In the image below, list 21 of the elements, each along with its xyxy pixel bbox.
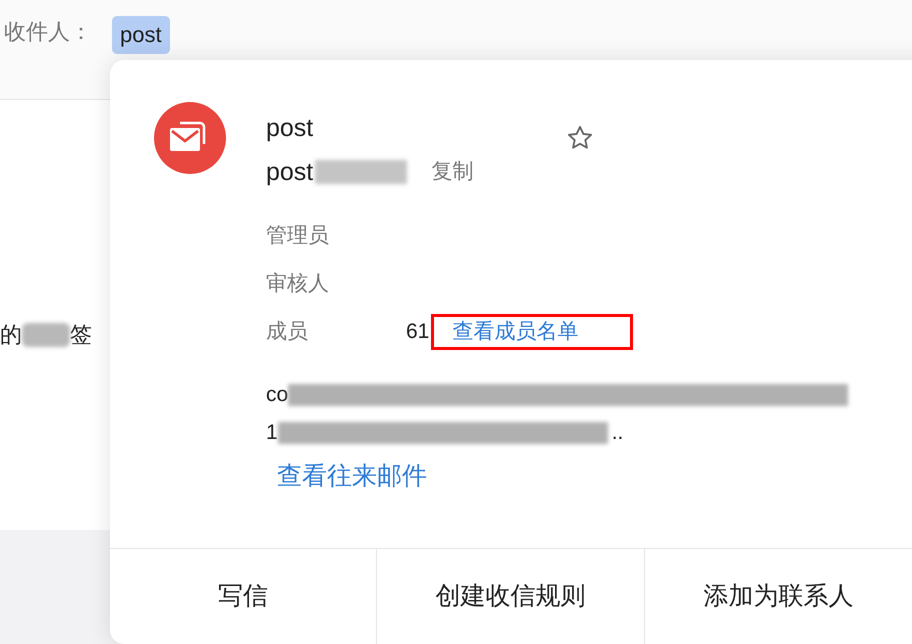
member-count: 61 bbox=[406, 319, 430, 346]
description-text: 1 bbox=[266, 420, 278, 446]
body-text: 签 bbox=[70, 321, 92, 349]
action-button[interactable]: 添加为联系人 bbox=[644, 549, 912, 644]
mail-icon bbox=[154, 102, 226, 174]
redaction-blur bbox=[22, 322, 70, 346]
field-label: 审核人 bbox=[266, 271, 330, 298]
history-link[interactable]: 查看往来邮件 bbox=[277, 458, 427, 494]
contact-name: post bbox=[266, 113, 314, 144]
action-button[interactable]: 创建收信规则 bbox=[376, 549, 644, 644]
recipient-chip[interactable]: post bbox=[112, 16, 170, 54]
ellipsis-text: .. bbox=[612, 420, 624, 446]
field-label: 管理员 bbox=[266, 223, 330, 250]
body-text: 的 bbox=[0, 321, 22, 349]
description-text: co bbox=[266, 382, 288, 408]
field-label: 成员 bbox=[266, 319, 309, 346]
member-list-link[interactable]: 查看成员名单 bbox=[431, 314, 634, 350]
copy-button[interactable]: 复制 bbox=[431, 156, 474, 188]
contact-email: post bbox=[266, 157, 314, 188]
recipient-label: 收件人： bbox=[4, 18, 92, 46]
action-button[interactable]: 写信 bbox=[110, 549, 376, 644]
